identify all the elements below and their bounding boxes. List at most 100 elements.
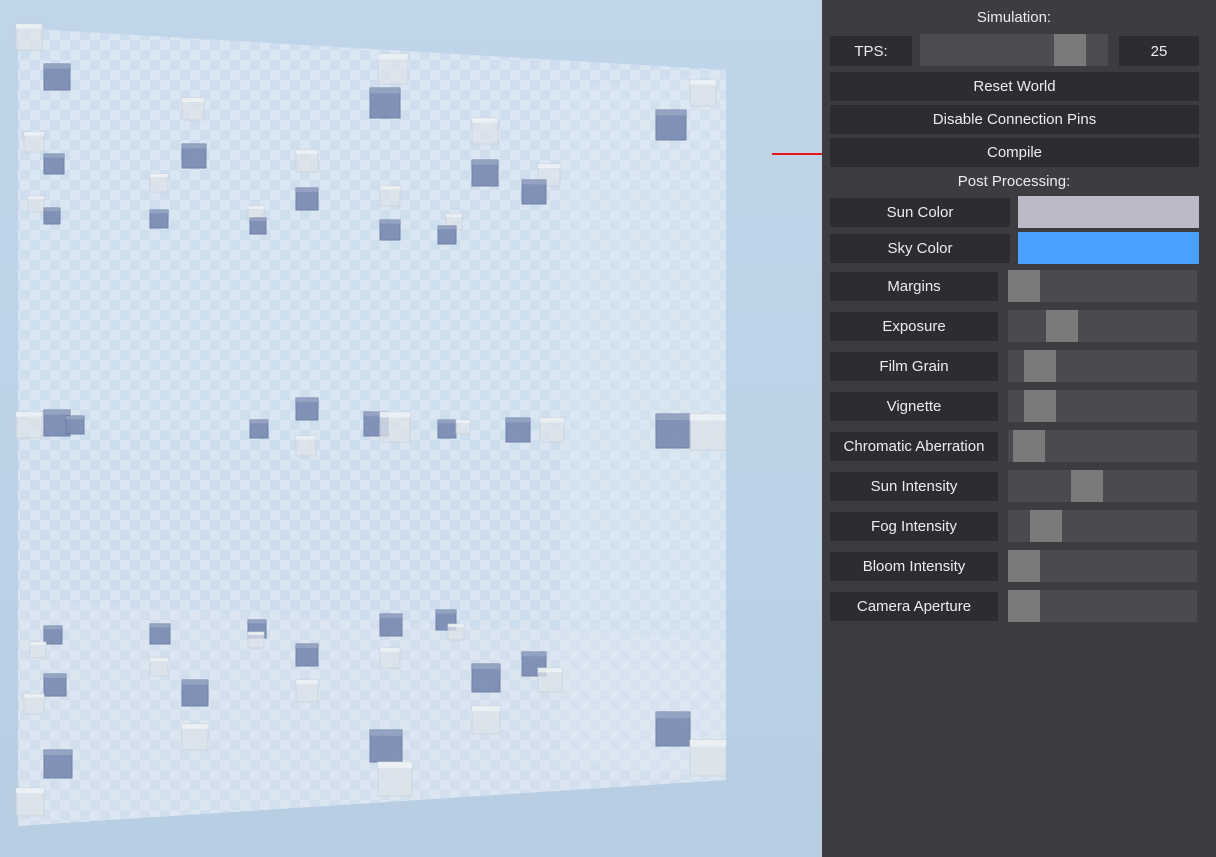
solid-block xyxy=(437,419,457,439)
solid-block xyxy=(295,643,319,667)
solid-block xyxy=(295,397,319,421)
ghost-block xyxy=(379,411,411,443)
slider-label: Bloom Intensity xyxy=(830,552,998,581)
ghost-block xyxy=(379,185,401,207)
solid-block xyxy=(149,623,171,645)
world-scene xyxy=(15,23,727,826)
ghost-block xyxy=(15,23,43,51)
slider-label: Exposure xyxy=(830,312,998,341)
ghost-block xyxy=(537,667,563,693)
ghost-block xyxy=(471,117,499,145)
post-slider[interactable] xyxy=(1008,550,1197,582)
solid-block xyxy=(249,419,269,439)
solid-block xyxy=(43,153,65,175)
sun-color-swatch[interactable] xyxy=(1018,196,1199,228)
slider-label: Sun Intensity xyxy=(830,472,998,501)
reset-world-button[interactable]: Reset World xyxy=(830,72,1199,101)
post-slider[interactable] xyxy=(1008,270,1197,302)
post-slider[interactable] xyxy=(1008,310,1197,342)
slider-label: Vignette xyxy=(830,392,998,421)
solid-block xyxy=(181,143,207,169)
ghost-block xyxy=(149,173,169,193)
ghost-block xyxy=(27,195,45,213)
ghost-block xyxy=(247,631,265,649)
ghost-block xyxy=(149,657,169,677)
solid-block xyxy=(505,417,531,443)
ghost-block xyxy=(379,647,401,669)
post-slider-thumb[interactable] xyxy=(1030,510,1062,542)
ghost-block xyxy=(181,97,205,121)
ghost-block xyxy=(295,149,319,173)
solid-block xyxy=(471,663,501,693)
ghost-block xyxy=(447,623,465,641)
ghost-block xyxy=(689,739,727,777)
ghost-block xyxy=(295,679,319,703)
slider-label: Chromatic Aberration xyxy=(830,432,998,461)
solid-block xyxy=(43,625,63,645)
ghost-block xyxy=(377,761,413,797)
slider-label: Film Grain xyxy=(830,352,998,381)
post-slider[interactable] xyxy=(1008,350,1197,382)
post-slider-thumb[interactable] xyxy=(1008,270,1040,302)
post-slider-thumb[interactable] xyxy=(1024,390,1056,422)
solid-block xyxy=(521,179,547,205)
ghost-block xyxy=(377,53,409,85)
simulation-heading: Simulation: xyxy=(976,9,1052,26)
simulation-viewport[interactable] xyxy=(0,0,822,857)
ghost-block xyxy=(15,411,43,439)
post-slider-thumb[interactable] xyxy=(1046,310,1078,342)
solid-block xyxy=(295,187,319,211)
ghost-block xyxy=(295,435,317,457)
tps-value[interactable]: 25 xyxy=(1119,36,1199,66)
tps-slider-thumb[interactable] xyxy=(1054,34,1086,66)
solid-block xyxy=(249,217,267,235)
ghost-block xyxy=(539,417,565,443)
slider-label: Margins xyxy=(830,272,998,301)
post-slider-thumb[interactable] xyxy=(1008,590,1040,622)
ghost-block xyxy=(23,693,45,715)
post-slider-thumb[interactable] xyxy=(1013,430,1045,462)
solid-block xyxy=(369,87,401,119)
solid-block xyxy=(43,207,61,225)
sky-color-label: Sky Color xyxy=(830,234,1010,263)
sun-color-label: Sun Color xyxy=(830,198,1010,227)
ghost-block xyxy=(181,723,209,751)
ghost-block xyxy=(689,413,727,451)
solid-block xyxy=(655,413,691,449)
solid-block xyxy=(471,159,499,187)
slider-label: Camera Aperture xyxy=(830,592,998,621)
post-slider-thumb[interactable] xyxy=(1024,350,1056,382)
solid-block xyxy=(65,415,85,435)
post-slider[interactable] xyxy=(1008,390,1197,422)
post-slider-thumb[interactable] xyxy=(1071,470,1103,502)
post-slider-thumb[interactable] xyxy=(1008,550,1040,582)
control-panel: Simulation: TPS: 25 Reset World Disable … xyxy=(822,0,1216,857)
solid-block xyxy=(43,749,73,779)
post-slider[interactable] xyxy=(1008,430,1197,462)
solid-block xyxy=(43,673,67,697)
ghost-block xyxy=(455,419,471,435)
ghost-block xyxy=(689,79,717,107)
solid-block xyxy=(655,711,691,747)
solid-block xyxy=(181,679,209,707)
post-slider[interactable] xyxy=(1008,510,1197,542)
post-slider[interactable] xyxy=(1008,590,1197,622)
solid-block xyxy=(379,219,401,241)
ghost-block xyxy=(23,131,45,153)
disable-connection-pins-button[interactable]: Disable Connection Pins xyxy=(830,105,1199,134)
slider-label: Fog Intensity xyxy=(830,512,998,541)
ghost-block xyxy=(471,705,501,735)
post-slider[interactable] xyxy=(1008,470,1197,502)
solid-block xyxy=(437,225,457,245)
solid-block xyxy=(379,613,403,637)
post-processing-heading: Post Processing: xyxy=(957,173,1071,190)
ghost-block xyxy=(29,641,47,659)
tps-slider[interactable] xyxy=(920,34,1108,66)
sky-color-swatch[interactable] xyxy=(1018,232,1199,264)
app-root: Simulation: TPS: 25 Reset World Disable … xyxy=(0,0,1216,857)
solid-block xyxy=(43,63,71,91)
tps-label: TPS: xyxy=(830,36,912,66)
solid-block xyxy=(149,209,169,229)
solid-block xyxy=(369,729,403,763)
compile-button[interactable]: Compile xyxy=(830,138,1199,167)
